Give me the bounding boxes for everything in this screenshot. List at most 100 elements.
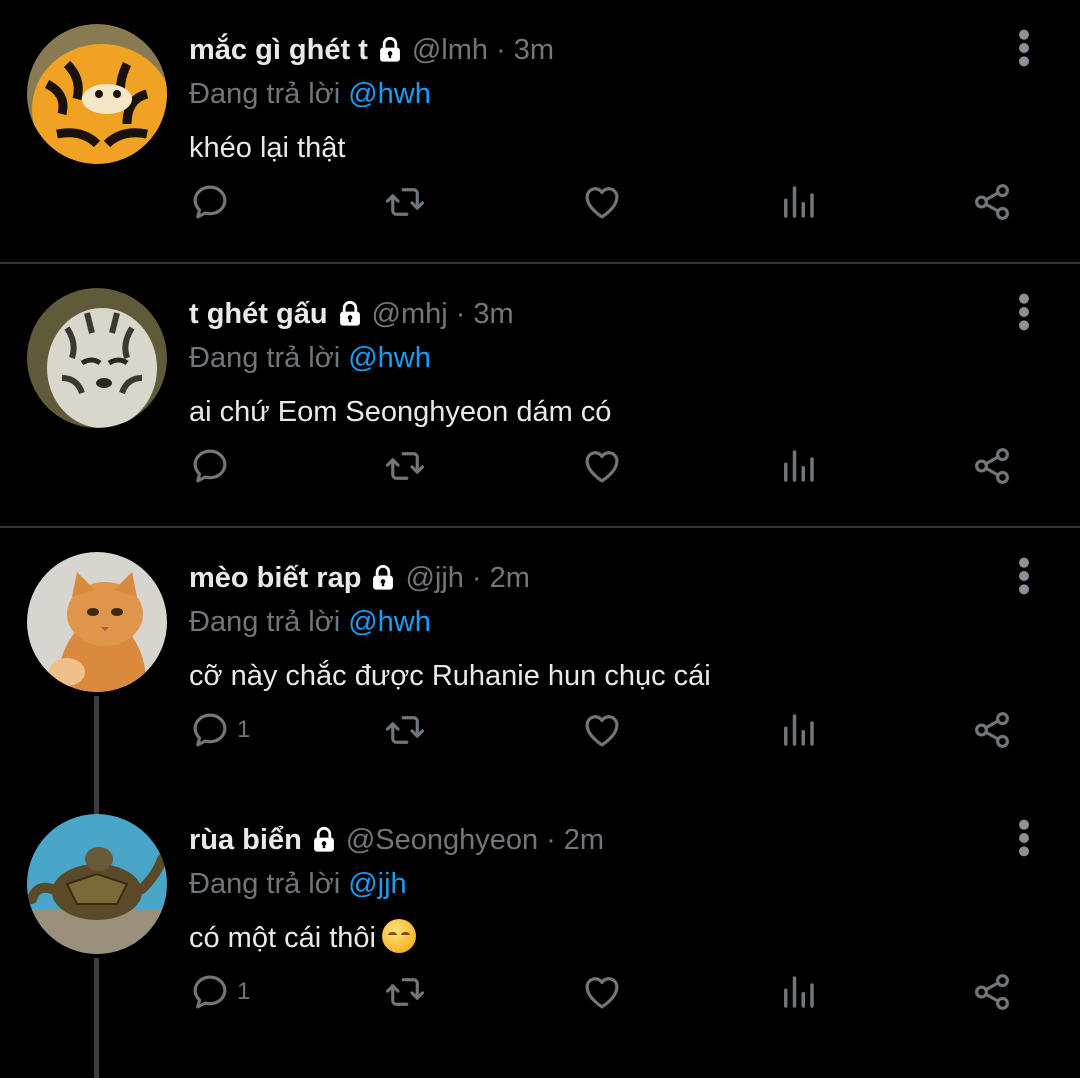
lock-icon (310, 826, 338, 854)
stats-icon (777, 181, 819, 223)
share-icon (971, 709, 1013, 751)
share-button[interactable] (971, 172, 1013, 232)
reply-button[interactable]: 1 (189, 700, 250, 760)
tweet[interactable]: t ghét gấu @mhj · 3m Đang trả lời @hwh ai… (0, 264, 1080, 528)
views-button[interactable] (777, 962, 819, 1022)
heart-icon (581, 971, 623, 1013)
share-button[interactable] (971, 436, 1013, 496)
reply-icon (189, 971, 231, 1013)
more-options-icon[interactable] (1012, 28, 1036, 68)
reply-mention[interactable]: @hwh (348, 342, 431, 374)
timestamp[interactable]: 2m (564, 824, 604, 857)
thread-line (94, 958, 99, 1078)
white-tiger-avatar (27, 288, 167, 428)
views-button[interactable] (777, 700, 819, 760)
tweet-text: ai chứ Eom Seonghyeon dám có (189, 396, 612, 428)
reply-icon (189, 709, 231, 751)
reply-count: 1 (237, 978, 251, 1005)
reply-mention[interactable]: @hwh (348, 606, 431, 638)
retweet-icon (384, 445, 426, 487)
reply-mention[interactable]: @jjh (348, 868, 406, 900)
retweet-button[interactable] (384, 436, 426, 496)
tiger-plush-avatar (27, 24, 167, 164)
replying-to: Đang trả lời @hwh (189, 336, 1080, 380)
sea-turtle-avatar (27, 814, 167, 954)
replying-prefix: Đang trả lời (189, 78, 341, 110)
avatar[interactable] (27, 814, 167, 954)
more-options-icon[interactable] (1012, 818, 1036, 858)
tweet-text: cỡ này chắc được Ruhanie hun chục cái (189, 660, 711, 692)
separator-dot: · (496, 33, 506, 66)
share-button[interactable] (971, 962, 1013, 1022)
tweet-text-content: có một cái thôi (189, 922, 376, 954)
share-icon (971, 445, 1013, 487)
like-button[interactable] (581, 962, 623, 1022)
reply-mention[interactable]: @hwh (348, 78, 431, 110)
avatar[interactable] (27, 552, 167, 692)
user-handle[interactable]: @Seonghyeon (346, 824, 538, 857)
reply-button[interactable]: 1 (189, 962, 250, 1022)
action-bar: 1 (189, 962, 1029, 1022)
separator-dot: · (546, 823, 556, 856)
timestamp[interactable]: 3m (473, 298, 513, 331)
retweet-button[interactable] (384, 700, 426, 760)
display-name[interactable]: mèo biết rap (189, 562, 361, 595)
display-name[interactable]: t ghét gấu (189, 298, 328, 331)
reply-button[interactable] (189, 172, 237, 232)
separator-dot: · (455, 297, 466, 330)
retweet-button[interactable] (384, 962, 426, 1022)
tweet-text: có một cái thôi (189, 916, 1080, 960)
action-bar (189, 172, 1029, 232)
replying-to: Đang trả lời @hwh (189, 600, 1080, 644)
user-handle[interactable]: @jjh (405, 562, 463, 595)
tweet[interactable]: mắc gì ghét t @lmh · 3m Đang trả lời @hwh… (0, 0, 1080, 264)
stats-icon (777, 445, 819, 487)
heart-icon (581, 445, 623, 487)
action-bar: 1 (189, 700, 1029, 760)
reply-button[interactable] (189, 436, 237, 496)
reply-count: 1 (237, 716, 251, 743)
more-options-icon[interactable] (1012, 292, 1036, 332)
reply-icon (189, 445, 231, 487)
retweet-button[interactable] (384, 172, 426, 232)
orange-cat-avatar (27, 552, 167, 692)
share-icon (971, 971, 1013, 1013)
tweet-text: khéo lại thật (189, 132, 346, 164)
retweet-icon (384, 181, 426, 223)
more-options-icon[interactable] (1012, 556, 1036, 596)
replying-to: Đang trả lời @jjh (189, 862, 1080, 906)
lock-icon (336, 300, 364, 328)
replying-prefix: Đang trả lời (189, 606, 341, 638)
user-handle[interactable]: @lmh (412, 34, 488, 67)
separator-dot: · (471, 561, 482, 594)
lock-icon (376, 36, 404, 64)
stats-icon (777, 971, 819, 1013)
share-icon (971, 181, 1013, 223)
replying-prefix: Đang trả lời (189, 868, 341, 900)
replying-to: Đang trả lời @hwh (189, 72, 1080, 116)
like-button[interactable] (581, 700, 623, 760)
avatar[interactable] (27, 24, 167, 164)
reply-icon (189, 181, 231, 223)
heart-icon (581, 181, 623, 223)
like-button[interactable] (581, 436, 623, 496)
display-name[interactable]: mắc gì ghét t (189, 34, 368, 67)
display-name[interactable]: rùa biển (189, 824, 302, 857)
avatar[interactable] (27, 288, 167, 428)
tweet[interactable]: rùa biển @Seonghyeon · 2m Đang trả lời @j… (0, 790, 1080, 1078)
retweet-icon (384, 709, 426, 751)
replying-prefix: Đang trả lời (189, 342, 341, 374)
timestamp[interactable]: 2m (490, 562, 530, 595)
tweet[interactable]: mèo biết rap @jjh · 2m Đang trả lời @hwh … (0, 528, 1080, 816)
action-bar (189, 436, 1029, 496)
user-handle[interactable]: @mhj (372, 298, 448, 331)
timestamp[interactable]: 3m (514, 34, 554, 67)
heart-icon (581, 709, 623, 751)
like-button[interactable] (581, 172, 623, 232)
views-button[interactable] (777, 436, 819, 496)
stats-icon (777, 709, 819, 751)
lock-icon (369, 564, 397, 592)
share-button[interactable] (971, 700, 1013, 760)
pensive-face-emoji (381, 919, 416, 953)
views-button[interactable] (777, 172, 819, 232)
